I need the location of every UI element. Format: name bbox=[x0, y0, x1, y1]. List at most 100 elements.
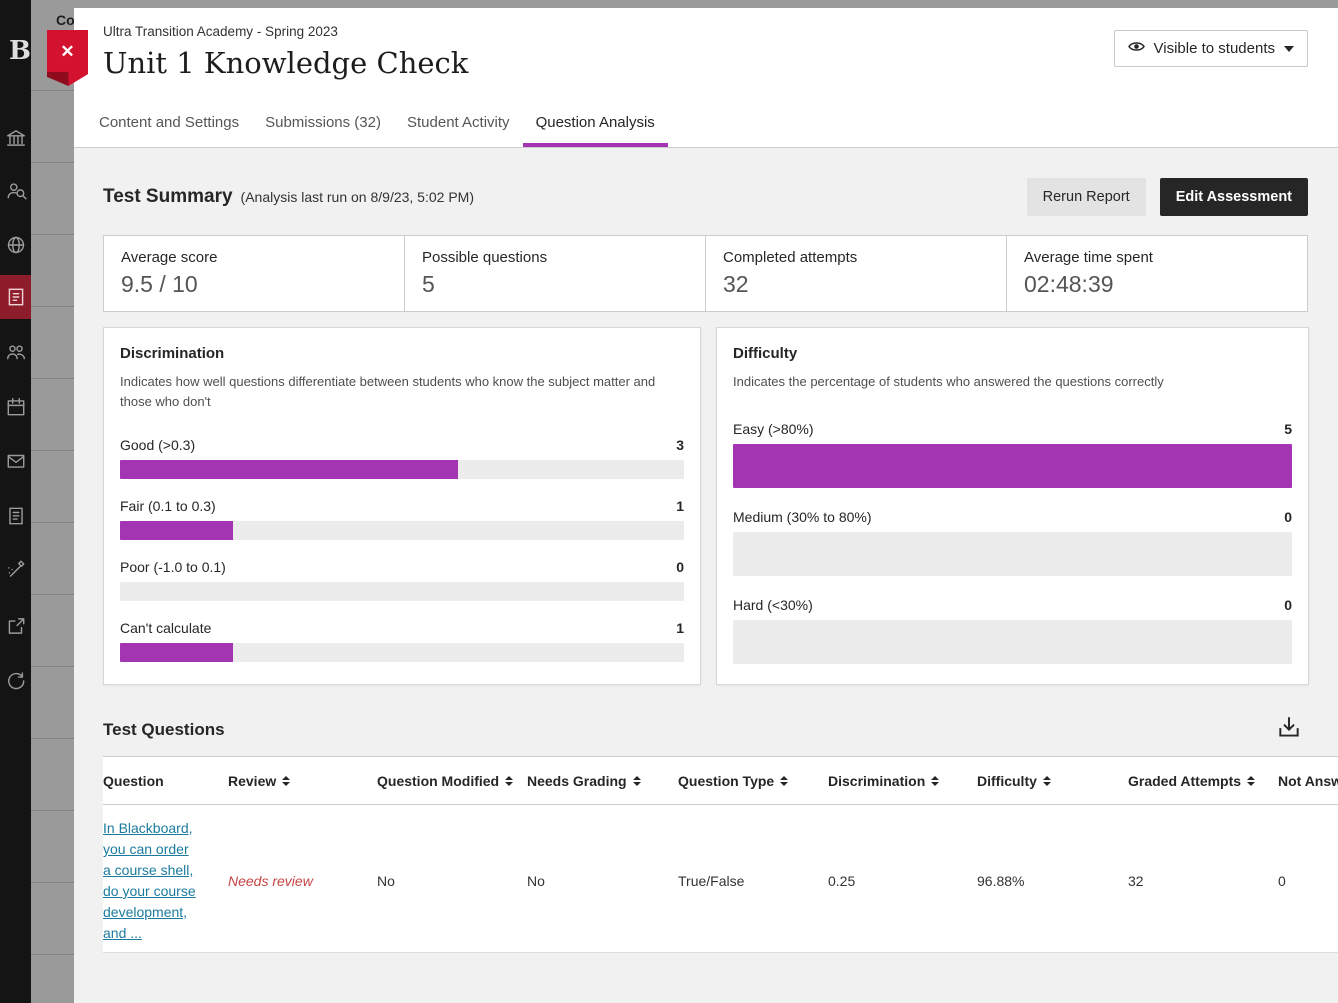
assessment-panel: Ultra Transition Academy - Spring 2023 U… bbox=[74, 8, 1338, 1003]
messages-icon[interactable] bbox=[0, 449, 31, 473]
edit-assessment-button[interactable]: Edit Assessment bbox=[1160, 178, 1308, 216]
visibility-dropdown[interactable]: Visible to students bbox=[1114, 30, 1308, 67]
ribbon-fold bbox=[47, 72, 88, 86]
organizations-icon[interactable] bbox=[0, 340, 31, 364]
table-header-row: Question Review Question Modified Needs … bbox=[103, 757, 1338, 805]
bar-value: 0 bbox=[1284, 509, 1292, 525]
col-question-type[interactable]: Question Type bbox=[678, 757, 828, 804]
blackboard-logo: B bbox=[9, 36, 31, 66]
needs-grading-value: No bbox=[527, 873, 678, 889]
close-panel-ribbon[interactable]: ✕ bbox=[47, 30, 88, 86]
background-page-title: Co bbox=[56, 12, 75, 28]
question-link[interactable]: In Blackboard, you can order a course sh… bbox=[103, 818, 197, 944]
discrimination-bar-poor bbox=[120, 582, 684, 601]
col-question-modified[interactable]: Question Modified bbox=[377, 757, 527, 804]
download-icon bbox=[1276, 729, 1302, 744]
bar-label: Easy (>80%) bbox=[733, 421, 814, 437]
discrimination-panel: Discrimination Indicates how well questi… bbox=[103, 327, 701, 685]
chevron-down-icon bbox=[1284, 46, 1294, 52]
tab-content-and-settings[interactable]: Content and Settings bbox=[86, 102, 252, 147]
grades-icon[interactable] bbox=[0, 504, 31, 528]
stat-possible-questions: Possible questions 5 bbox=[404, 236, 705, 311]
discrimination-description: Indicates how well questions differentia… bbox=[120, 372, 684, 411]
bar-label: Good (>0.3) bbox=[120, 437, 195, 453]
question-analysis-content: Test Summary (Analysis last run on 8/9/2… bbox=[74, 148, 1338, 1003]
close-icon: ✕ bbox=[60, 43, 74, 60]
test-summary-header: Test Summary (Analysis last run on 8/9/2… bbox=[103, 178, 1308, 216]
globe-icon[interactable] bbox=[0, 233, 31, 257]
search-user-icon[interactable] bbox=[0, 179, 31, 203]
tools-icon[interactable] bbox=[0, 557, 31, 581]
stat-completed-attempts: Completed attempts 32 bbox=[705, 236, 1006, 311]
graded-attempts-value: 32 bbox=[1128, 873, 1278, 889]
stat-average-score: Average score 9.5 / 10 bbox=[104, 236, 404, 311]
courses-icon-active[interactable] bbox=[0, 275, 31, 319]
test-questions-header: Test Questions bbox=[103, 715, 1302, 744]
eye-icon bbox=[1128, 40, 1145, 57]
col-discrimination[interactable]: Discrimination bbox=[828, 757, 977, 804]
bar-value: 5 bbox=[1284, 421, 1292, 437]
sort-icon bbox=[931, 776, 939, 786]
difficulty-title: Difficulty bbox=[733, 345, 1292, 362]
discrimination-value: 0.25 bbox=[828, 873, 977, 889]
sign-out-icon[interactable] bbox=[0, 614, 31, 638]
not-answered-value: 0 bbox=[1278, 873, 1338, 889]
question-cell: In Blackboard, you can order a course sh… bbox=[103, 818, 228, 944]
difficulty-value: 96.88% bbox=[977, 873, 1128, 889]
panel-header: Ultra Transition Academy - Spring 2023 U… bbox=[74, 8, 1338, 80]
sort-icon bbox=[780, 776, 788, 786]
bar-label: Hard (<30%) bbox=[733, 597, 813, 613]
difficulty-description: Indicates the percentage of students who… bbox=[733, 372, 1292, 392]
review-status: Needs review bbox=[228, 873, 377, 889]
col-not-answered[interactable]: Not Answered bbox=[1278, 757, 1338, 804]
discrimination-bar-cant-calculate bbox=[120, 643, 684, 662]
bar-label: Medium (30% to 80%) bbox=[733, 509, 872, 525]
bar-label: Poor (-1.0 to 0.1) bbox=[120, 559, 226, 575]
rerun-report-button[interactable]: Rerun Report bbox=[1027, 178, 1146, 216]
sort-icon bbox=[505, 776, 513, 786]
tab-question-analysis[interactable]: Question Analysis bbox=[523, 102, 668, 147]
institution-icon[interactable] bbox=[0, 126, 31, 150]
calendar-icon[interactable] bbox=[0, 395, 31, 419]
question-type-value: True/False bbox=[678, 873, 828, 889]
tab-bar: Content and Settings Submissions (32) St… bbox=[74, 102, 1338, 148]
discrimination-title: Discrimination bbox=[120, 345, 684, 362]
bar-label: Can't calculate bbox=[120, 620, 211, 636]
activity-icon[interactable] bbox=[0, 669, 31, 693]
difficulty-bar-hard bbox=[733, 620, 1292, 664]
bar-value: 1 bbox=[676, 498, 684, 514]
col-needs-grading[interactable]: Needs Grading bbox=[527, 757, 678, 804]
bar-value: 0 bbox=[1284, 597, 1292, 613]
tab-student-activity[interactable]: Student Activity bbox=[394, 102, 523, 147]
sort-icon bbox=[1247, 776, 1255, 786]
test-questions-title: Test Questions bbox=[103, 720, 1276, 740]
sort-icon bbox=[633, 776, 641, 786]
stat-average-time-spent: Average time spent 02:48:39 bbox=[1006, 236, 1307, 311]
test-summary-title: Test Summary bbox=[103, 186, 233, 208]
summary-stats: Average score 9.5 / 10 Possible question… bbox=[103, 235, 1308, 312]
difficulty-bar-medium bbox=[733, 532, 1292, 576]
sort-icon bbox=[1043, 776, 1051, 786]
sort-icon bbox=[282, 776, 290, 786]
question-modified-value: No bbox=[377, 873, 527, 889]
col-graded-attempts[interactable]: Graded Attempts bbox=[1128, 757, 1278, 804]
col-review[interactable]: Review bbox=[228, 757, 377, 804]
bar-value: 0 bbox=[676, 559, 684, 575]
table-row: In Blackboard, you can order a course sh… bbox=[103, 805, 1338, 953]
difficulty-bar-easy bbox=[733, 444, 1292, 488]
base-navigation-sidebar: B bbox=[0, 0, 31, 1003]
col-question: Question bbox=[103, 757, 228, 804]
difficulty-panel: Difficulty Indicates the percentage of s… bbox=[716, 327, 1309, 685]
col-difficulty[interactable]: Difficulty bbox=[977, 757, 1128, 804]
download-results-button[interactable] bbox=[1276, 715, 1302, 744]
tab-submissions[interactable]: Submissions (32) bbox=[252, 102, 394, 147]
bar-value: 1 bbox=[676, 620, 684, 636]
bar-label: Fair (0.1 to 0.3) bbox=[120, 498, 216, 514]
discrimination-bar-fair bbox=[120, 521, 684, 540]
discrimination-bar-good bbox=[120, 460, 684, 479]
analysis-last-run: (Analysis last run on 8/9/23, 5:02 PM) bbox=[241, 189, 474, 205]
visibility-label: Visible to students bbox=[1154, 40, 1275, 57]
screen: Co B bbox=[0, 0, 1338, 1003]
bar-value: 3 bbox=[676, 437, 684, 453]
test-questions-table: Question Review Question Modified Needs … bbox=[103, 756, 1338, 953]
